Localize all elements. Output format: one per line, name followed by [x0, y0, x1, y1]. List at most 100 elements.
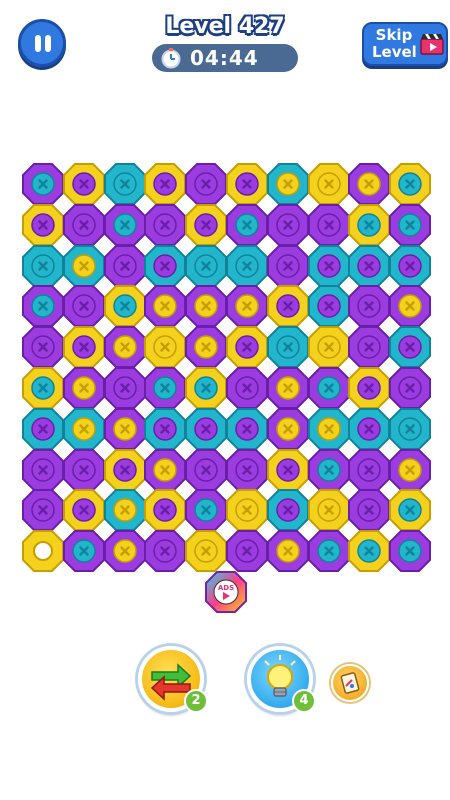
bolt-cyan-r5-c7[interactable]: [266, 325, 310, 369]
bolt-purple-r6-c10[interactable]: [388, 366, 432, 410]
bolt-purple-r2-c10[interactable]: [388, 203, 432, 247]
bolt-purple-r7-c7[interactable]: [266, 407, 310, 451]
bolt-purple-r10-c2[interactable]: [62, 529, 106, 573]
bolt-purple-r8-c10[interactable]: [388, 448, 432, 492]
bolt-purple-r4-c5[interactable]: [184, 284, 228, 328]
bolt-purple-r3-c3[interactable]: [103, 244, 147, 288]
bolt-cyan-r3-c2[interactable]: [62, 244, 106, 288]
bolt-purple-r2-c6[interactable]: [225, 203, 269, 247]
bolt-purple-r2-c2[interactable]: [62, 203, 106, 247]
bolt-yellow-r6-c1[interactable]: [21, 366, 65, 410]
bolt-purple-r6-c3[interactable]: [103, 366, 147, 410]
bolt-purple-r10-c3[interactable]: [103, 529, 147, 573]
bolt-cyan-r3-c8[interactable]: [307, 244, 351, 288]
bolt-purple-r9-c1[interactable]: [21, 488, 65, 532]
bolt-cyan-r3-c4[interactable]: [143, 244, 187, 288]
bolt-purple-r1-c9[interactable]: [347, 162, 391, 206]
bolt-cyan-r9-c7[interactable]: [266, 488, 310, 532]
bolt-yellow-r2-c9[interactable]: [347, 203, 391, 247]
bolt-purple-r3-c7[interactable]: [266, 244, 310, 288]
bolt-purple-r2-c3[interactable]: [103, 203, 147, 247]
bolt-cyan-r3-c6[interactable]: [225, 244, 269, 288]
bolt-purple-r6-c8[interactable]: [307, 366, 351, 410]
bolt-purple-r6-c6[interactable]: [225, 366, 269, 410]
bolt-cyan-r3-c10[interactable]: [388, 244, 432, 288]
bolt-yellow-r1-c4[interactable]: [143, 162, 187, 206]
bolt-cyan-r9-c3[interactable]: [103, 488, 147, 532]
bolt-purple-r10-c7[interactable]: [266, 529, 310, 573]
bolt-yellow-r1-c8[interactable]: [307, 162, 351, 206]
bolt-yellow-r9-c6[interactable]: [225, 488, 269, 532]
bolt-purple-r8-c6[interactable]: [225, 448, 269, 492]
bolt-cyan-r1-c7[interactable]: [266, 162, 310, 206]
bolt-yellow-r1-c2[interactable]: [62, 162, 106, 206]
bolt-yellow-r2-c1[interactable]: [21, 203, 65, 247]
bolt-cyan-r7-c9[interactable]: [347, 407, 391, 451]
bolt-yellow-r4-c7[interactable]: [266, 284, 310, 328]
bolt-purple-r4-c1[interactable]: [21, 284, 65, 328]
bolt-cyan-r7-c1[interactable]: [21, 407, 65, 451]
bolt-yellow-r9-c4[interactable]: [143, 488, 187, 532]
bolt-yellow-r5-c2[interactable]: [62, 325, 106, 369]
bolt-purple-r4-c4[interactable]: [143, 284, 187, 328]
bolt-purple-r8-c4[interactable]: [143, 448, 187, 492]
bolt-cyan-r4-c8[interactable]: [307, 284, 351, 328]
bolt-cyan-r7-c6[interactable]: [225, 407, 269, 451]
bolt-yellow-r2-c5[interactable]: [184, 203, 228, 247]
bolt-purple-r9-c9[interactable]: [347, 488, 391, 532]
bolt-cyan-r3-c9[interactable]: [347, 244, 391, 288]
bolt-purple-r10-c10[interactable]: [388, 529, 432, 573]
bolt-yellow-r9-c2[interactable]: [62, 488, 106, 532]
bolt-purple-r6-c7[interactable]: [266, 366, 310, 410]
bolt-yellow-r8-c3[interactable]: [103, 448, 147, 492]
bolt-purple-r5-c5[interactable]: [184, 325, 228, 369]
bolt-yellow-r4-c3[interactable]: [103, 284, 147, 328]
bolt-yellow-r9-c10[interactable]: [388, 488, 432, 532]
bolt-purple-r5-c1[interactable]: [21, 325, 65, 369]
bolt-yellow-r1-c10[interactable]: [388, 162, 432, 206]
bolt-purple-r8-c1[interactable]: [21, 448, 65, 492]
bolt-cyan-r5-c10[interactable]: [388, 325, 432, 369]
bolt-yellow-r1-c6[interactable]: [225, 162, 269, 206]
ads-bolt[interactable]: ADS: [204, 570, 248, 614]
bolt-purple-r5-c9[interactable]: [347, 325, 391, 369]
bolt-yellow-r10-c5[interactable]: [184, 529, 228, 573]
bolt-cyan-r7-c4[interactable]: [143, 407, 187, 451]
extra-powerup-button[interactable]: [331, 664, 369, 702]
bolt-purple-r8-c5[interactable]: [184, 448, 228, 492]
bolt-purple-r6-c2[interactable]: [62, 366, 106, 410]
bolt-cyan-r7-c2[interactable]: [62, 407, 106, 451]
bolt-yellow-r5-c6[interactable]: [225, 325, 269, 369]
bolt-purple-r1-c5[interactable]: [184, 162, 228, 206]
bolt-purple-r8-c9[interactable]: [347, 448, 391, 492]
bolt-purple-r2-c4[interactable]: [143, 203, 187, 247]
bolt-yellow-r10-c9[interactable]: [347, 529, 391, 573]
bolt-cyan-r7-c10[interactable]: [388, 407, 432, 451]
bolt-yellow-r5-c8[interactable]: [307, 325, 351, 369]
bolt-cyan-r1-c3[interactable]: [103, 162, 147, 206]
bolt-purple-r2-c7[interactable]: [266, 203, 310, 247]
bolt-yellow-r8-c7[interactable]: [266, 448, 310, 492]
bolt-purple-r6-c4[interactable]: [143, 366, 187, 410]
bolt-purple-r10-c4[interactable]: [143, 529, 187, 573]
bolt-purple-r4-c6[interactable]: [225, 284, 269, 328]
bolt-purple-r8-c8[interactable]: [307, 448, 351, 492]
bolt-yellow-r9-c8[interactable]: [307, 488, 351, 532]
bolt-yellow-r6-c5[interactable]: [184, 366, 228, 410]
bolt-purple-r4-c2[interactable]: [62, 284, 106, 328]
bolt-yellow-r6-c9[interactable]: [347, 366, 391, 410]
bolt-purple-r8-c2[interactable]: [62, 448, 106, 492]
bolt-yellow-r10-c1[interactable]: [21, 529, 65, 573]
bolt-purple-r5-c3[interactable]: [103, 325, 147, 369]
bolt-yellow-r5-c4[interactable]: [143, 325, 187, 369]
bolt-purple-r9-c5[interactable]: [184, 488, 228, 532]
bolt-cyan-r7-c8[interactable]: [307, 407, 351, 451]
bolt-purple-r7-c3[interactable]: [103, 407, 147, 451]
bolt-cyan-r3-c5[interactable]: [184, 244, 228, 288]
bolt-purple-r1-c1[interactable]: [21, 162, 65, 206]
bolt-purple-r4-c9[interactable]: [347, 284, 391, 328]
bolt-purple-r4-c10[interactable]: [388, 284, 432, 328]
bolt-purple-r2-c8[interactable]: [307, 203, 351, 247]
bolt-purple-r10-c8[interactable]: [307, 529, 351, 573]
bolt-cyan-r3-c1[interactable]: [21, 244, 65, 288]
